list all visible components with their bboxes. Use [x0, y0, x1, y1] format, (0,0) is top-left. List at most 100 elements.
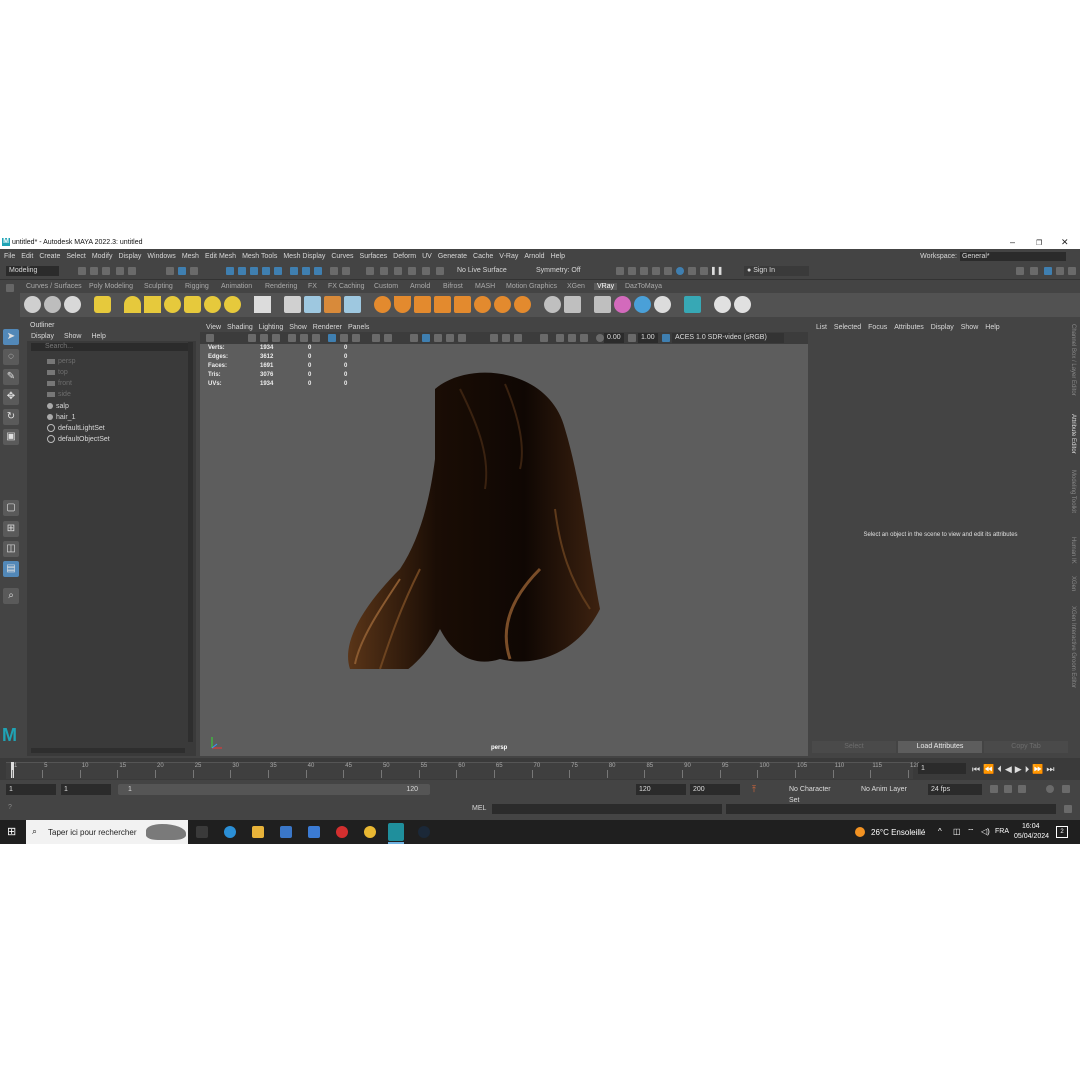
ae-menu-focus[interactable]: Focus — [868, 324, 887, 331]
redo-icon[interactable] — [128, 267, 136, 275]
toggle-attribute-editor-icon[interactable] — [1044, 267, 1052, 275]
export-icon[interactable] — [594, 296, 611, 313]
viewport-menu-show[interactable]: Show — [289, 324, 307, 331]
toggle-channel-box-icon[interactable] — [1056, 267, 1064, 275]
vray-vfb-shelf-icon[interactable] — [64, 296, 81, 313]
shelf-tab-xgen[interactable]: XGen — [567, 283, 585, 290]
play-back-icon[interactable]: ◀ — [1005, 764, 1015, 775]
outliner-menu-show[interactable]: Show — [64, 333, 82, 340]
shelf-settings-icon[interactable] — [6, 284, 14, 292]
step-forward-frame-icon[interactable]: ⏵ — [1025, 764, 1033, 775]
outliner-menu-display[interactable]: Display — [31, 333, 54, 340]
notification-icon[interactable]: 2 — [1056, 826, 1068, 838]
vray-render-icon[interactable] — [676, 267, 684, 275]
shelf-tab-sculpting[interactable]: Sculpting — [144, 283, 173, 290]
outliner-layout-icon[interactable]: ▤ — [3, 561, 19, 577]
menu-arnold[interactable]: Arnold — [524, 253, 544, 260]
curve-tool-icon[interactable] — [366, 267, 374, 275]
menu-mesh-display[interactable]: Mesh Display — [283, 253, 325, 260]
camera-icon[interactable] — [544, 296, 561, 313]
menu-select[interactable]: Select — [66, 253, 85, 260]
viewport-menu-view[interactable]: View — [206, 324, 221, 331]
hair-model[interactable] — [340, 369, 610, 669]
material-icon[interactable] — [374, 296, 391, 313]
xray-icon[interactable] — [422, 334, 430, 342]
two-view-icon[interactable]: ◫ — [3, 541, 19, 557]
shadows-icon[interactable] — [410, 334, 418, 342]
save-scene-icon[interactable] — [102, 267, 110, 275]
ae-menu-help[interactable]: Help — [985, 324, 999, 331]
magnet-icon[interactable] — [436, 267, 444, 275]
toggle-outliner-icon[interactable] — [1068, 267, 1076, 275]
shelf-tab-animation[interactable]: Animation — [221, 283, 252, 290]
grid-toggle-icon[interactable] — [288, 334, 296, 342]
outliner-item-front[interactable]: front — [47, 379, 72, 389]
outliner-item-side[interactable]: side — [47, 390, 71, 400]
menu-windows[interactable]: Windows — [147, 253, 175, 260]
scatter-icon[interactable] — [434, 296, 451, 313]
shelf-tab-fx[interactable]: FX — [308, 283, 317, 290]
current-frame-field[interactable]: 1 — [918, 763, 966, 774]
sphere-fade-icon[interactable] — [474, 296, 491, 313]
paint-select-tool-icon[interactable]: ✎ — [3, 369, 19, 385]
shelf-tab-arnold[interactable]: Arnold — [410, 283, 430, 290]
vray-render-shelf-icon[interactable] — [24, 296, 41, 313]
vray-frame-buffer-icon[interactable] — [700, 267, 708, 275]
menu-help[interactable]: Help — [551, 253, 565, 260]
viewport-menu-renderer[interactable]: Renderer — [313, 324, 342, 331]
shelf-tab-rendering[interactable]: Rendering — [265, 283, 297, 290]
sign-in-dropdown[interactable]: ● Sign In — [744, 266, 809, 276]
toggle-panel-icon[interactable] — [1016, 267, 1024, 275]
step-back-frame-icon[interactable]: ⏴ — [997, 764, 1005, 775]
maya-taskbar-icon[interactable] — [388, 823, 404, 841]
steam-icon[interactable] — [418, 826, 430, 838]
lasso-tool-icon[interactable]: ◌ — [3, 349, 19, 365]
shelf-tab-vray[interactable]: VRay — [594, 283, 618, 290]
menu-set-dropdown[interactable]: Modeling — [6, 266, 59, 276]
play-forward-icon[interactable]: ▶ — [1015, 764, 1025, 775]
snap-mode-icon[interactable] — [290, 267, 298, 275]
shelf-tab-rigging[interactable]: Rigging — [185, 283, 209, 290]
minimize-button[interactable]: – — [1010, 237, 1015, 247]
chrome-icon[interactable] — [364, 826, 376, 838]
outliner-item-salp[interactable]: salp — [47, 402, 69, 412]
lights-icon[interactable] — [384, 334, 392, 342]
menu-cache[interactable]: Cache — [473, 253, 493, 260]
exposure-field[interactable]: 0.00 — [604, 333, 624, 343]
menu-deform[interactable]: Deform — [393, 253, 416, 260]
ambient-occlusion-icon[interactable] — [446, 334, 454, 342]
shelf-tab-fx-caching[interactable]: FX Caching — [328, 283, 365, 290]
audio-icon[interactable] — [1018, 785, 1026, 793]
curve-tool-3-icon[interactable] — [394, 267, 402, 275]
rect-light-icon[interactable] — [144, 296, 161, 313]
proxy-2-icon[interactable] — [304, 296, 321, 313]
menu-uv[interactable]: UV — [422, 253, 432, 260]
isolate-select-icon[interactable] — [490, 334, 498, 342]
fps-dropdown[interactable]: 24 fps — [928, 784, 982, 795]
select-object-icon[interactable] — [178, 267, 186, 275]
mesh-light-icon[interactable] — [184, 296, 201, 313]
hud-icon[interactable] — [502, 334, 510, 342]
film-gate-icon[interactable] — [300, 334, 308, 342]
sphere-light-icon[interactable] — [164, 296, 181, 313]
go-to-end-icon[interactable]: ⏭ — [1046, 764, 1057, 775]
snap-surface-icon[interactable] — [274, 267, 282, 275]
snap-mode-3-icon[interactable] — [314, 267, 322, 275]
viewport-3d[interactable]: Verts: 1934 0 0 Edges: 3612 0 0 Faces: 1691 0 0 T… — [200, 344, 808, 756]
camera-2-icon[interactable] — [564, 296, 581, 313]
ae-menu-display[interactable]: Display — [931, 324, 954, 331]
file-explorer-icon[interactable] — [252, 826, 264, 838]
shelf-tab-daztomaya[interactable]: DazToMaya — [625, 283, 662, 290]
playback-end-field[interactable]: 120 — [636, 784, 686, 795]
exposure-toggle-icon[interactable] — [580, 334, 588, 342]
menu-display[interactable]: Display — [118, 253, 141, 260]
camera-attributes-icon[interactable] — [206, 334, 214, 342]
ae-copy-tab-button[interactable]: Copy Tab — [984, 741, 1068, 753]
sun-light-icon[interactable] — [224, 296, 241, 313]
snap-mode-2-icon[interactable] — [302, 267, 310, 275]
vray-ipr-icon[interactable] — [688, 267, 696, 275]
outliner-item-hair[interactable]: hair_1 — [47, 413, 75, 423]
windows-start-icon[interactable]: ⊞ — [7, 825, 16, 838]
menu-mesh-tools[interactable]: Mesh Tools — [242, 253, 277, 260]
animation-end-field[interactable]: 200 — [690, 784, 740, 795]
